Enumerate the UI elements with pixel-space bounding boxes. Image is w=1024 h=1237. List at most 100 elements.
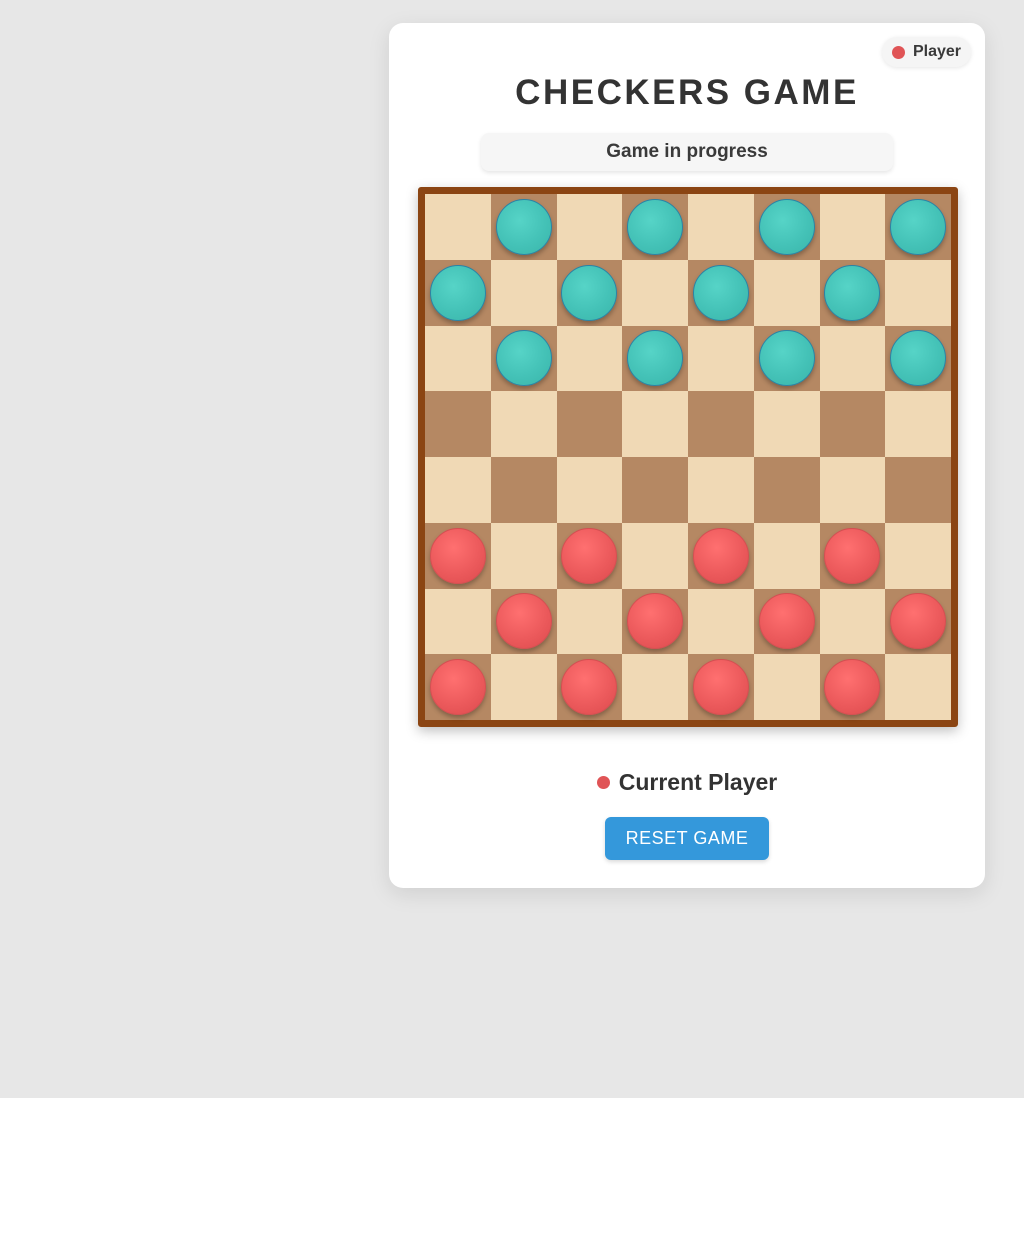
board-square-r7-c5[interactable] bbox=[688, 588, 754, 655]
board-square-r2-c2[interactable] bbox=[490, 259, 557, 326]
board-square-r4-c1[interactable] bbox=[425, 391, 491, 457]
board-square-r8-c1[interactable] bbox=[425, 654, 491, 720]
board-square-r3-c8[interactable] bbox=[885, 325, 951, 392]
board-square-r6-c6[interactable] bbox=[753, 522, 820, 589]
board-square-r2-c3[interactable] bbox=[556, 259, 623, 326]
board-square-r6-c4[interactable] bbox=[622, 522, 688, 589]
red-checker-piece[interactable] bbox=[561, 659, 618, 716]
board-square-r8-c2[interactable] bbox=[490, 654, 557, 720]
teal-checker-piece[interactable] bbox=[561, 264, 618, 321]
current-player-indicator: Current Player bbox=[389, 769, 985, 796]
board-square-r6-c8[interactable] bbox=[885, 522, 951, 589]
board-square-r8-c4[interactable] bbox=[622, 654, 688, 720]
board-square-r6-c1[interactable] bbox=[425, 522, 491, 589]
board-square-r1-c4[interactable] bbox=[622, 194, 688, 260]
teal-checker-piece[interactable] bbox=[824, 264, 881, 321]
red-checker-piece[interactable] bbox=[561, 527, 618, 584]
board-square-r3-c4[interactable] bbox=[622, 325, 688, 392]
board-square-r1-c5[interactable] bbox=[688, 194, 754, 260]
red-checker-piece[interactable] bbox=[692, 659, 749, 716]
board-square-r5-c3[interactable] bbox=[556, 457, 623, 523]
board-square-r4-c3[interactable] bbox=[556, 391, 623, 457]
current-player-dot bbox=[596, 776, 610, 789]
board-square-r7-c8[interactable] bbox=[885, 588, 951, 655]
board-square-r8-c6[interactable] bbox=[753, 654, 820, 720]
board-square-r5-c8[interactable] bbox=[885, 457, 951, 523]
board-square-r3-c6[interactable] bbox=[753, 325, 820, 392]
board-square-r5-c6[interactable] bbox=[753, 457, 820, 523]
game-card: Player CHECKERS GAME Game in progress Cu… bbox=[389, 23, 985, 888]
teal-checker-piece[interactable] bbox=[890, 198, 947, 255]
board-square-r8-c7[interactable] bbox=[819, 654, 886, 720]
teal-checker-piece[interactable] bbox=[627, 330, 684, 387]
red-checker-piece[interactable] bbox=[824, 527, 881, 584]
red-checker-piece[interactable] bbox=[692, 527, 749, 584]
board-square-r2-c8[interactable] bbox=[885, 259, 951, 326]
board-square-r3-c1[interactable] bbox=[425, 325, 491, 392]
current-player-label: Current Player bbox=[618, 769, 778, 795]
teal-checker-piece[interactable] bbox=[758, 198, 815, 255]
board-square-r1-c6[interactable] bbox=[753, 194, 820, 260]
teal-checker-piece[interactable] bbox=[890, 330, 947, 387]
board-square-r3-c3[interactable] bbox=[556, 325, 623, 392]
game-status: Game in progress bbox=[481, 133, 893, 171]
board-square-r5-c1[interactable] bbox=[425, 457, 491, 523]
board-square-r4-c6[interactable] bbox=[753, 391, 820, 457]
board-square-r2-c6[interactable] bbox=[753, 259, 820, 326]
board-square-r5-c2[interactable] bbox=[490, 457, 557, 523]
board-square-r8-c8[interactable] bbox=[885, 654, 951, 720]
board-square-r1-c8[interactable] bbox=[885, 194, 951, 260]
board-square-r5-c7[interactable] bbox=[819, 457, 886, 523]
board-square-r2-c5[interactable] bbox=[688, 259, 754, 326]
red-checker-piece[interactable] bbox=[824, 659, 881, 716]
red-checker-piece[interactable] bbox=[429, 659, 486, 716]
game-status-text: Game in progress bbox=[606, 141, 768, 162]
board-square-r8-c5[interactable] bbox=[688, 654, 754, 720]
board-square-r5-c4[interactable] bbox=[622, 457, 688, 523]
board-square-r4-c5[interactable] bbox=[688, 391, 754, 457]
board-square-r3-c5[interactable] bbox=[688, 325, 754, 392]
board-square-r1-c2[interactable] bbox=[490, 194, 557, 260]
red-checker-piece[interactable] bbox=[890, 593, 947, 650]
board-square-r7-c7[interactable] bbox=[819, 588, 886, 655]
board-square-r3-c7[interactable] bbox=[819, 325, 886, 392]
board-square-r4-c2[interactable] bbox=[490, 391, 557, 457]
teal-checker-piece[interactable] bbox=[692, 264, 749, 321]
board-square-r7-c4[interactable] bbox=[622, 588, 688, 655]
board-square-r6-c2[interactable] bbox=[490, 522, 557, 589]
board-square-r4-c7[interactable] bbox=[819, 391, 886, 457]
board-square-r1-c1[interactable] bbox=[425, 194, 491, 260]
board-square-r1-c3[interactable] bbox=[556, 194, 623, 260]
player-badge-label: Player bbox=[912, 43, 961, 60]
board-square-r8-c3[interactable] bbox=[556, 654, 623, 720]
board-square-r4-c8[interactable] bbox=[885, 391, 951, 457]
red-checker-piece[interactable] bbox=[627, 593, 684, 650]
board-square-r6-c5[interactable] bbox=[688, 522, 754, 589]
checkers-board bbox=[418, 187, 958, 727]
board-square-r4-c4[interactable] bbox=[622, 391, 688, 457]
board-square-r7-c1[interactable] bbox=[425, 588, 491, 655]
red-checker-piece[interactable] bbox=[495, 593, 552, 650]
reset-game-button[interactable]: RESET GAME bbox=[605, 817, 769, 860]
teal-checker-piece[interactable] bbox=[627, 198, 684, 255]
board-square-r1-c7[interactable] bbox=[819, 194, 886, 260]
board-square-r2-c4[interactable] bbox=[622, 259, 688, 326]
board-square-r7-c2[interactable] bbox=[490, 588, 557, 655]
teal-checker-piece[interactable] bbox=[495, 330, 552, 387]
player-badge: Player bbox=[881, 37, 971, 67]
board-square-r7-c6[interactable] bbox=[753, 588, 820, 655]
board-square-r2-c1[interactable] bbox=[425, 259, 491, 326]
red-checker-piece[interactable] bbox=[429, 527, 486, 584]
teal-checker-piece[interactable] bbox=[495, 198, 552, 255]
teal-checker-piece[interactable] bbox=[429, 264, 486, 321]
board-square-r6-c3[interactable] bbox=[556, 522, 623, 589]
player-color-dot bbox=[891, 45, 905, 59]
board-square-r7-c3[interactable] bbox=[556, 588, 623, 655]
board-square-r3-c2[interactable] bbox=[490, 325, 557, 392]
teal-checker-piece[interactable] bbox=[758, 330, 815, 387]
board-square-r6-c7[interactable] bbox=[819, 522, 886, 589]
board-square-r2-c7[interactable] bbox=[819, 259, 886, 326]
board-square-r5-c5[interactable] bbox=[688, 457, 754, 523]
red-checker-piece[interactable] bbox=[758, 593, 815, 650]
page-title: CHECKERS GAME bbox=[515, 73, 859, 112]
